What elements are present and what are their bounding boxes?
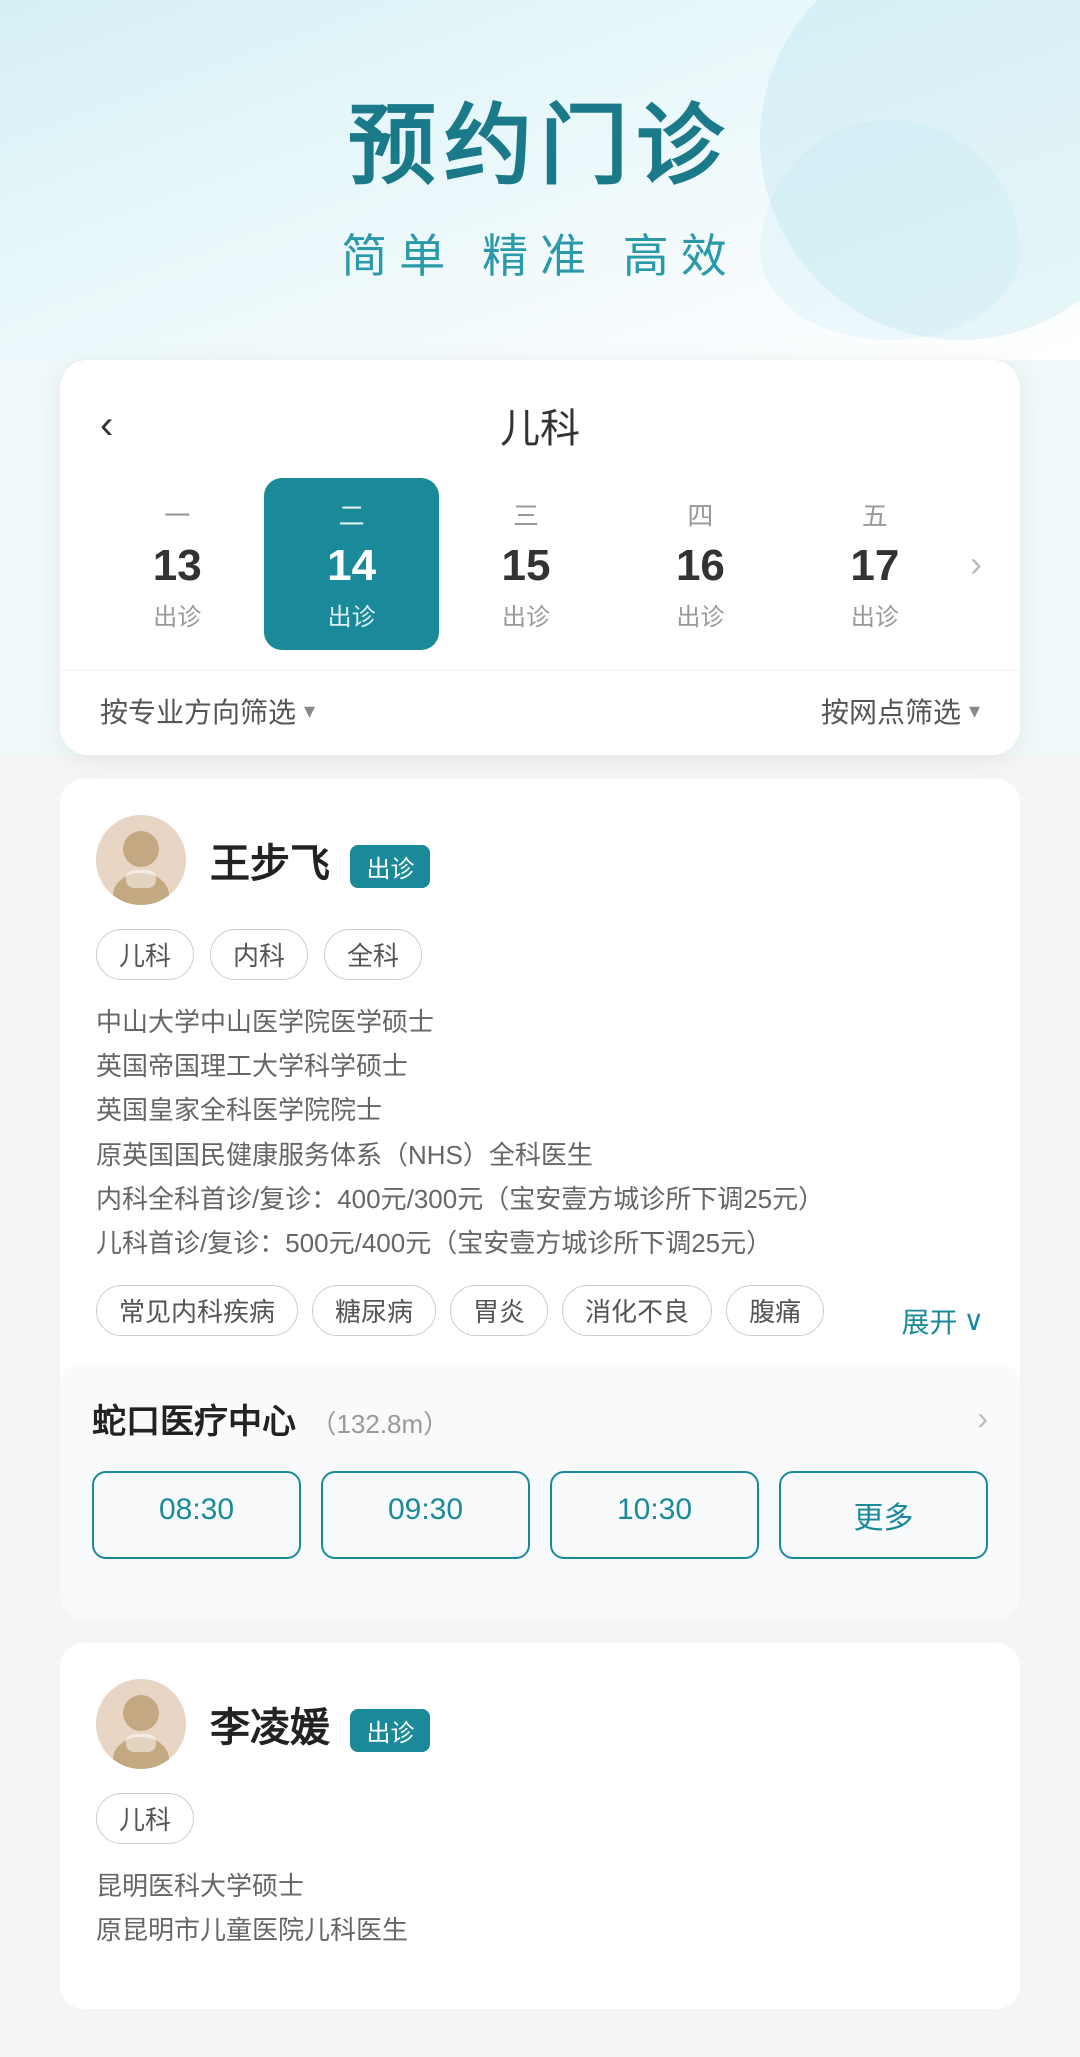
calendar-days-row: 一 13 出诊 二 14 出诊 三 15 出诊 四 16 出诊: [90, 478, 990, 650]
specialty-filter-button[interactable]: 按专业方向筛选 ▾: [100, 691, 315, 731]
specialty-tag-3: 胃炎: [450, 1285, 548, 1336]
status-15: 出诊: [502, 597, 550, 632]
expand-icon: ∨: [964, 1304, 985, 1337]
calendar: 一 13 出诊 二 14 出诊 三 15 出诊 四 16 出诊: [60, 478, 1020, 670]
doctors-section: 王步飞 出诊 儿科 内科 全科 中山大学中山医学院医学硕士英国帝国理工大学科学硕…: [0, 755, 1080, 2057]
tag-general: 全科: [324, 929, 422, 980]
tag-li-pediatrics: 儿科: [96, 1793, 194, 1844]
hero-subtitle: 简单 精准 高效: [341, 220, 739, 286]
calendar-day-15[interactable]: 三 15 出诊: [439, 478, 613, 650]
doctor-header-wang: 王步飞 出诊: [96, 815, 984, 905]
weekday-4: 四: [687, 496, 713, 533]
calendar-day-16[interactable]: 四 16 出诊: [613, 478, 787, 650]
time-slots: 08:30 09:30 10:30 更多: [92, 1471, 988, 1589]
hero-title: 预约门诊: [348, 75, 732, 202]
expand-label: 展开: [901, 1301, 957, 1341]
date-17: 17: [850, 541, 899, 591]
location-filter-arrow-icon: ▾: [969, 698, 980, 724]
weekday-5: 五: [862, 496, 888, 533]
tag-pediatrics: 儿科: [96, 929, 194, 980]
specialty-tag-4: 消化不良: [562, 1285, 712, 1336]
calendar-next-arrow[interactable]: ›: [962, 543, 990, 585]
clinic-name-dist: 蛇口医疗中心 （132.8m）: [92, 1394, 449, 1443]
time-slot-0830[interactable]: 08:30: [92, 1471, 301, 1559]
doctor-name-status: 王步飞 出诊: [210, 831, 430, 889]
clinic-detail-arrow-icon[interactable]: ›: [977, 1400, 988, 1437]
doctor-card-wang: 王步飞 出诊 儿科 内科 全科 中山大学中山医学院医学硕士英国帝国理工大学科学硕…: [60, 779, 1020, 1619]
page-header: ‹ 儿科: [60, 360, 1020, 478]
specialty-filter-arrow-icon: ▾: [304, 698, 315, 724]
main-card: ‹ 儿科 一 13 出诊 二 14 出诊 三 15 出诊: [60, 360, 1020, 755]
doctor-desc-wang: 中山大学中山医学院医学硕士英国帝国理工大学科学硕士英国皇家全科医学院院士原英国国…: [96, 1000, 984, 1265]
status-16: 出诊: [676, 597, 724, 632]
time-slot-more[interactable]: 更多: [779, 1471, 988, 1559]
weekday-3: 三: [513, 496, 539, 533]
doctor-tags-wang: 儿科 内科 全科: [96, 929, 984, 980]
doctor-avatar-li: [96, 1679, 186, 1769]
location-filter-label: 按网点筛选: [821, 691, 961, 731]
calendar-day-14[interactable]: 二 14 出诊: [264, 478, 438, 650]
doctor-name-li: 李凌媛: [210, 1706, 330, 1750]
date-13: 13: [153, 541, 202, 591]
status-13: 出诊: [153, 597, 201, 632]
doctor-status-badge-li: 出诊: [350, 1709, 430, 1752]
doctor-avatar-wang: [96, 815, 186, 905]
specialty-tag-2: 糖尿病: [312, 1285, 436, 1336]
date-15: 15: [502, 541, 551, 591]
status-14: 出诊: [328, 597, 376, 632]
back-button[interactable]: ‹: [100, 403, 113, 448]
clinic-header: 蛇口医疗中心 （132.8m） ›: [92, 1394, 988, 1443]
doctor-status-badge-wang: 出诊: [350, 845, 430, 888]
doctor-name-wang: 王步飞: [210, 842, 330, 886]
expand-button-wang[interactable]: 展开 ∨: [901, 1301, 984, 1341]
date-16: 16: [676, 541, 725, 591]
doctor-card-li: 李凌媛 出诊 儿科 昆明医科大学硕士原昆明市儿童医院儿科医生: [60, 1643, 1020, 2008]
clinic-distance: （132.8m）: [310, 1409, 449, 1439]
tag-internal: 内科: [210, 929, 308, 980]
calendar-day-13[interactable]: 一 13 出诊: [90, 478, 264, 650]
date-14: 14: [327, 541, 376, 591]
doctor-header-li: 李凌媛 出诊: [96, 1679, 984, 1769]
doctor-tags-li: 儿科: [96, 1793, 984, 1844]
doctor-desc-li: 昆明医科大学硕士原昆明市儿童医院儿科医生: [96, 1864, 984, 1952]
filter-bar: 按专业方向筛选 ▾ 按网点筛选 ▾: [60, 670, 1020, 755]
specialty-tag-5: 腹痛: [726, 1285, 824, 1336]
calendar-day-17[interactable]: 五 17 出诊: [788, 478, 962, 650]
weekday-2: 二: [339, 496, 365, 533]
location-filter-button[interactable]: 按网点筛选 ▾: [821, 691, 980, 731]
hero-section: 预约门诊 简单 精准 高效: [0, 0, 1080, 360]
specialty-filter-label: 按专业方向筛选: [100, 691, 296, 731]
clinic-booking-wang: 蛇口医疗中心 （132.8m） › 08:30 09:30 10:30 更多: [60, 1364, 1020, 1619]
specialty-row-wang: 常见内科疾病 糖尿病 胃炎 消化不良 腹痛 展开 ∨: [96, 1285, 984, 1356]
specialty-tags-wang: 常见内科疾病 糖尿病 胃炎 消化不良 腹痛: [96, 1285, 824, 1336]
time-slot-0930[interactable]: 09:30: [321, 1471, 530, 1559]
page-title: 儿科: [500, 396, 580, 454]
specialty-tag-1: 常见内科疾病: [96, 1285, 298, 1336]
status-17: 出诊: [851, 597, 899, 632]
clinic-name: 蛇口医疗中心: [92, 1403, 296, 1441]
doctor-name-status-li: 李凌媛 出诊: [210, 1695, 430, 1753]
time-slot-1030[interactable]: 10:30: [550, 1471, 759, 1559]
weekday-1: 一: [164, 496, 190, 533]
